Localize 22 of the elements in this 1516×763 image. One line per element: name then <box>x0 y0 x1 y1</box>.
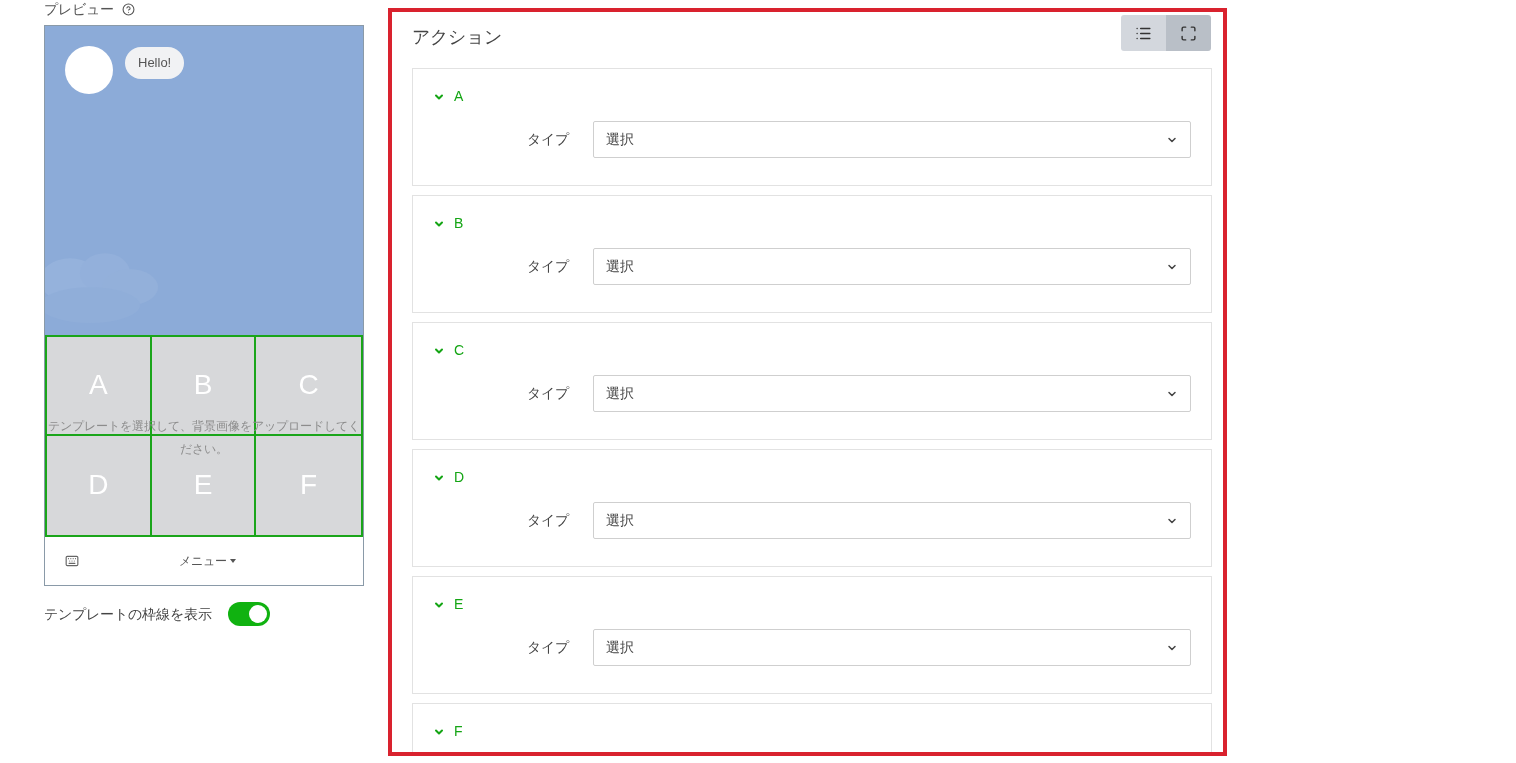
field-label: タイプ <box>526 257 571 276</box>
type-select[interactable]: 選択 <box>593 121 1191 158</box>
field-label: タイプ <box>526 384 571 403</box>
section-title: アクション <box>412 26 502 49</box>
field-label: タイプ <box>526 638 571 657</box>
preview-label: プレビュー <box>44 0 114 19</box>
help-icon[interactable] <box>122 2 135 16</box>
type-select[interactable]: 選択 <box>593 629 1191 666</box>
list-view-button[interactable] <box>1121 15 1166 51</box>
fullscreen-icon <box>1180 24 1197 42</box>
keyboard-icon[interactable] <box>65 554 79 568</box>
field-label: タイプ <box>526 511 571 530</box>
type-select[interactable]: 選択 <box>593 502 1191 539</box>
fullscreen-button[interactable] <box>1166 15 1211 51</box>
toggle-label: テンプレートの枠線を表示 <box>44 604 212 624</box>
chat-bubble: Hello! <box>125 47 185 79</box>
type-select[interactable]: 選択 <box>593 248 1191 285</box>
border-toggle[interactable] <box>228 602 270 626</box>
field-label: タイプ <box>526 130 571 149</box>
menu-button[interactable]: メニュー <box>179 552 236 570</box>
caret-icon <box>230 559 236 563</box>
type-select[interactable]: 選択 <box>593 375 1191 412</box>
